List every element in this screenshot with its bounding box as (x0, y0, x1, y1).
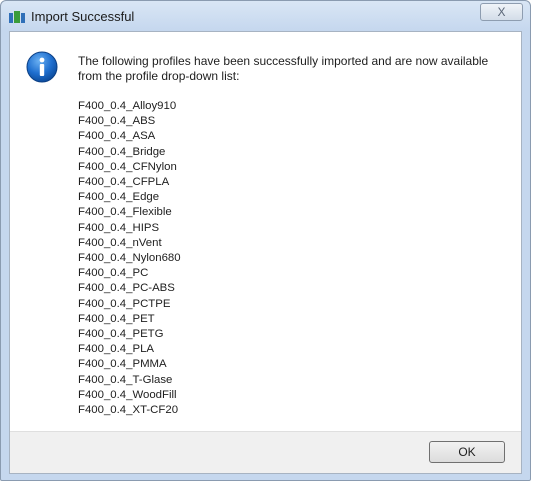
button-bar: OK (10, 431, 521, 473)
profile-list-item: F400_0.4_PC-ABS (78, 282, 175, 295)
profile-list-item: F400_0.4_Alloy910 (78, 100, 177, 112)
profile-list-item: F400_0.4_PET (78, 312, 155, 325)
ok-button[interactable]: OK (429, 441, 505, 463)
profile-list-item: F400_0.4_PCTPE (78, 297, 171, 310)
profile-list-item: F400_0.4_PLA (78, 343, 154, 356)
profile-list-item: F400_0.4_T-Glase (78, 373, 173, 386)
profile-list-item: F400_0.4_Nylon680 (78, 252, 181, 265)
app-icon (9, 11, 25, 23)
profile-list-item: F400_0.4_CFNylon (78, 160, 177, 173)
profile-list-item: F400_0.4_PETG (78, 328, 164, 341)
profile-list-item: F400_0.4_Edge (78, 191, 160, 204)
dialog-content: The following profiles have been success… (9, 31, 522, 474)
profile-list-item: F400_0.4_ASA (78, 130, 156, 143)
import-dialog: Import Successful X The following profil… (0, 0, 531, 481)
profile-list-item: F400_0.4_Bridge (78, 145, 166, 158)
profile-list-item: F400_0.4_XT-CF20 (78, 404, 179, 417)
info-icon (26, 51, 58, 83)
profile-list-item: F400_0.4_PMMA (78, 358, 167, 371)
window-title: Import Successful (31, 9, 135, 24)
profile-list-item: F400_0.4_ABS (78, 115, 156, 128)
close-button[interactable]: X (480, 3, 523, 21)
message-text: The following profiles have been success… (78, 54, 489, 83)
profile-list-item: F400_0.4_HIPS (78, 221, 160, 234)
profile-list-item: F400_0.4_PC (78, 267, 149, 280)
title-bar[interactable]: Import Successful X (1, 1, 530, 31)
close-icon: X (497, 5, 506, 19)
profile-list-item: F400_0.4_nVent (78, 236, 162, 249)
profile-list-item: F400_0.4_CFPLA (78, 176, 170, 189)
profile-list: F400_0.4_Alloy910 F400_0.4_ABS F400_0.4_AS… (78, 99, 181, 418)
profile-list-item: F400_0.4_Flexible (78, 206, 172, 219)
profile-list-item: F400_0.4_WoodFill (78, 388, 177, 401)
